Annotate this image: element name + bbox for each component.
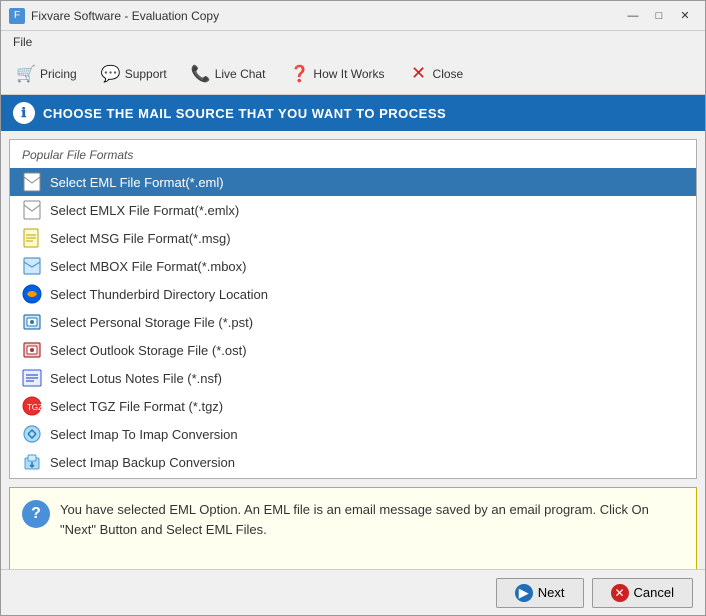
format-item-msg-label: Select MSG File Format(*.msg) [50, 231, 231, 246]
format-item-imap-conv[interactable]: Select Imap To Imap Conversion [10, 420, 696, 448]
main-panel: Popular File Formats Select EML File For… [9, 139, 697, 479]
msg-icon [22, 228, 42, 248]
format-item-thunderbird-label: Select Thunderbird Directory Location [50, 287, 268, 302]
emlx-icon [22, 200, 42, 220]
next-label: Next [538, 585, 565, 600]
format-item-ost-label: Select Outlook Storage File (*.ost) [50, 343, 247, 358]
nsf-icon [22, 368, 42, 388]
pst-icon [22, 312, 42, 332]
format-item-imap-backup-label: Select Imap Backup Conversion [50, 455, 235, 470]
thunderbird-icon [22, 284, 42, 304]
toolbar-livechat-label: Live Chat [215, 67, 266, 81]
toolbar-close-icon: ✕ [409, 64, 429, 84]
howitworks-icon: ❓ [289, 64, 309, 84]
cancel-label: Cancel [634, 585, 674, 600]
format-item-msg[interactable]: Select MSG File Format(*.msg) [10, 224, 696, 252]
toolbar-support-button[interactable]: 💬 Support [90, 57, 178, 91]
format-item-thunderbird[interactable]: Select Thunderbird Directory Location [10, 280, 696, 308]
ost-icon [22, 340, 42, 360]
cancel-icon: ✕ [611, 584, 629, 602]
format-item-emlx-label: Select EMLX File Format(*.emlx) [50, 203, 239, 218]
support-icon: 💬 [101, 64, 121, 84]
toolbar: 🛒 Pricing 💬 Support 📞 Live Chat ❓ How It… [1, 53, 705, 95]
window-title: Fixvare Software - Evaluation Copy [31, 9, 219, 23]
app-icon: F [9, 8, 25, 24]
format-item-tgz-label: Select TGZ File Format (*.tgz) [50, 399, 223, 414]
window-close-button[interactable]: ✕ [673, 5, 697, 27]
pricing-icon: 🛒 [16, 64, 36, 84]
info-icon: ? [22, 500, 50, 528]
info-text: You have selected EML Option. An EML fil… [60, 502, 649, 537]
imap-conv-icon [22, 424, 42, 444]
format-list: Select EML File Format(*.eml) Select EML… [10, 166, 696, 478]
mbox-icon [22, 256, 42, 276]
menu-file[interactable]: File [5, 33, 40, 51]
title-bar: F Fixvare Software - Evaluation Copy — □… [1, 1, 705, 31]
toolbar-pricing-button[interactable]: 🛒 Pricing [5, 57, 88, 91]
toolbar-support-label: Support [125, 67, 167, 81]
format-item-imap-backup[interactable]: Select Imap Backup Conversion [10, 448, 696, 476]
app-window: F Fixvare Software - Evaluation Copy — □… [0, 0, 706, 616]
format-item-tgz[interactable]: TGZ Select TGZ File Format (*.tgz) [10, 392, 696, 420]
toolbar-livechat-button[interactable]: 📞 Live Chat [180, 57, 277, 91]
format-item-nsf-label: Select Lotus Notes File (*.nsf) [50, 371, 222, 386]
format-item-mbox-label: Select MBOX File Format(*.mbox) [50, 259, 247, 274]
toolbar-howitworks-button[interactable]: ❓ How It Works [278, 57, 395, 91]
format-item-emlx[interactable]: Select EMLX File Format(*.emlx) [10, 196, 696, 224]
next-button[interactable]: ▶ Next [496, 578, 584, 608]
bottom-bar: ▶ Next ✕ Cancel [1, 569, 705, 615]
next-icon: ▶ [515, 584, 533, 602]
cancel-button[interactable]: ✕ Cancel [592, 578, 693, 608]
format-item-mbox[interactable]: Select MBOX File Format(*.mbox) [10, 252, 696, 280]
format-item-pst[interactable]: Select Personal Storage File (*.pst) [10, 308, 696, 336]
format-item-nsf[interactable]: Select Lotus Notes File (*.nsf) [10, 364, 696, 392]
toolbar-pricing-label: Pricing [40, 67, 77, 81]
maximize-button[interactable]: □ [647, 5, 671, 27]
header-banner-icon: ℹ [13, 102, 35, 124]
menu-bar: File [1, 31, 705, 53]
livechat-icon: 📞 [191, 64, 211, 84]
format-item-ost[interactable]: Select Outlook Storage File (*.ost) [10, 336, 696, 364]
title-bar-controls: — □ ✕ [621, 5, 697, 27]
toolbar-close-button[interactable]: ✕ Close [398, 57, 475, 91]
format-item-eml[interactable]: Select EML File Format(*.eml) [10, 168, 696, 196]
info-box: ? You have selected EML Option. An EML f… [9, 487, 697, 577]
format-item-eml-label: Select EML File Format(*.eml) [50, 175, 224, 190]
header-banner: ℹ CHOOSE THE MAIL SOURCE THAT YOU WANT T… [1, 95, 705, 131]
section-label: Popular File Formats [10, 140, 696, 166]
toolbar-howitworks-label: How It Works [313, 67, 384, 81]
header-banner-text: CHOOSE THE MAIL SOURCE THAT YOU WANT TO … [43, 106, 446, 121]
title-bar-left: F Fixvare Software - Evaluation Copy [9, 8, 219, 24]
toolbar-close-label: Close [433, 67, 464, 81]
eml-icon [22, 172, 42, 192]
minimize-button[interactable]: — [621, 5, 645, 27]
svg-text:TGZ: TGZ [27, 403, 42, 412]
format-item-pst-label: Select Personal Storage File (*.pst) [50, 315, 253, 330]
format-item-imap-conv-label: Select Imap To Imap Conversion [50, 427, 238, 442]
imap-backup-icon [22, 452, 42, 472]
tgz-icon: TGZ [22, 396, 42, 416]
